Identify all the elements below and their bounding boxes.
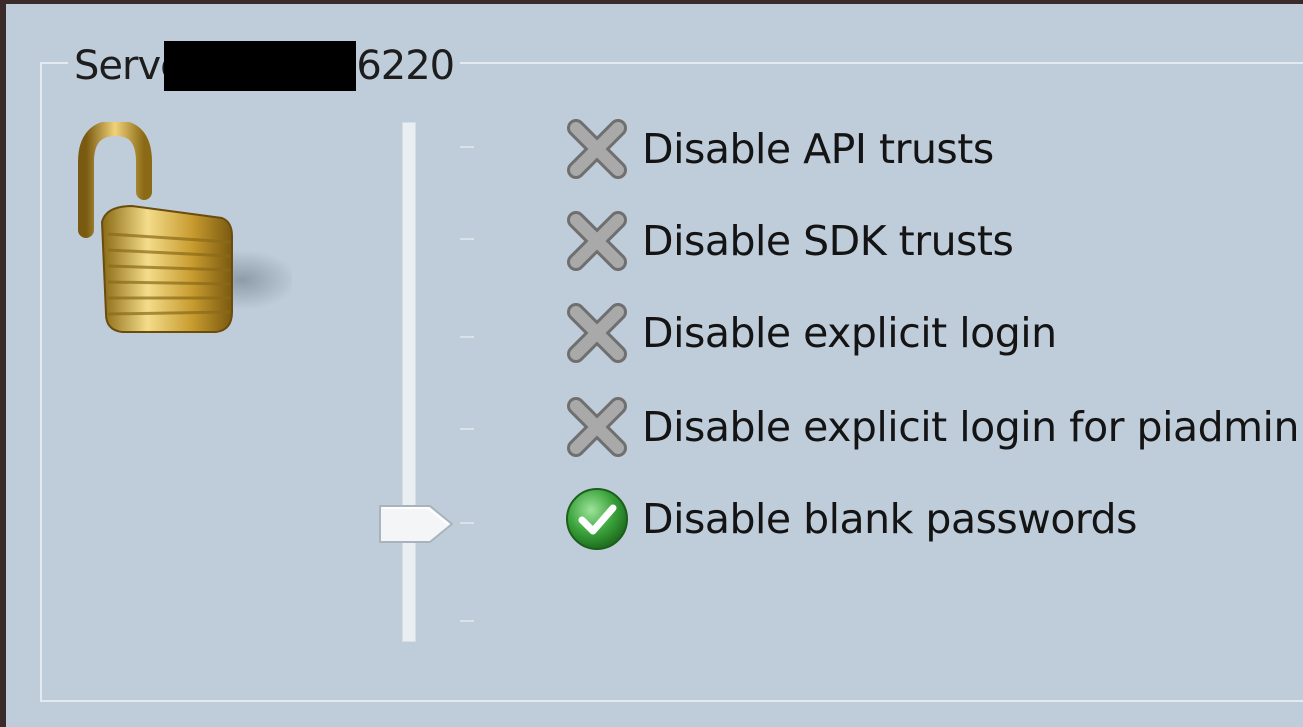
slider-tick [460, 238, 474, 240]
green-check-icon [566, 488, 628, 550]
slider-tick [460, 428, 474, 430]
slider-tick [460, 620, 474, 622]
option-label: Disable API trusts [642, 125, 994, 173]
open-padlock-icon [78, 122, 292, 333]
option-label: Disable explicit login for piadmin [642, 403, 1299, 451]
slider-tick [460, 146, 474, 148]
gray-x-icon [567, 397, 627, 457]
option-label: Disable blank passwords [642, 495, 1137, 543]
slider-tick [460, 522, 474, 524]
gray-x-icon [567, 211, 627, 271]
security-level-slider-thumb[interactable] [378, 500, 458, 548]
option-label: Disable explicit login [642, 309, 1057, 357]
redacted-server-name [164, 41, 357, 91]
gray-x-icon [567, 303, 627, 363]
option-disable-api-trusts: Disable API trusts [564, 116, 994, 182]
option-disable-blank-passwords: Disable blank passwords [564, 486, 1137, 552]
option-disable-explicit-login: Disable explicit login [564, 300, 1057, 366]
groupbox-title: Server - 6220 [68, 40, 461, 92]
slider-tick [460, 336, 474, 338]
security-level-track[interactable] [402, 122, 416, 642]
option-disable-explicit-login-piadmin: Disable explicit login for piadmin [564, 394, 1299, 460]
option-disable-sdk-trusts: Disable SDK trusts [564, 208, 1014, 274]
gray-x-icon [567, 119, 627, 179]
option-label: Disable SDK trusts [642, 217, 1014, 265]
server-title-suffix: 6220 [356, 43, 455, 89]
